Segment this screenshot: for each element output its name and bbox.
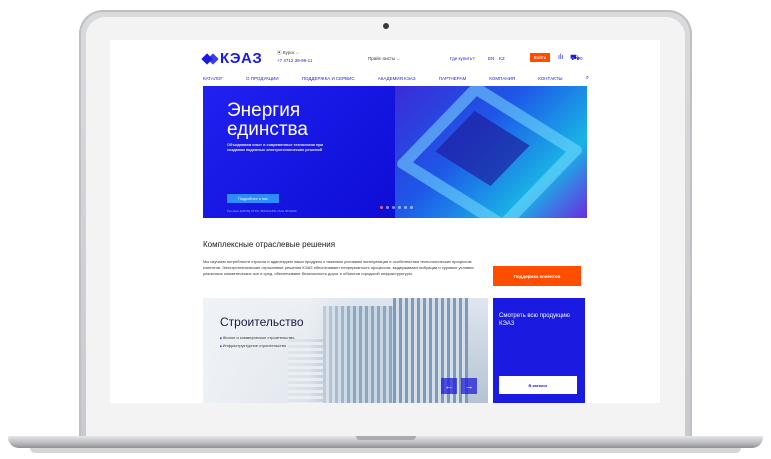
camera-icon (383, 23, 389, 29)
slider-dot[interactable] (410, 206, 413, 209)
section-title: Комплексные отраслевые решения (203, 240, 336, 249)
nav-item-products[interactable]: О ПРОДУКЦИИ (246, 76, 279, 81)
slider-dot[interactable] (386, 206, 389, 209)
cart-count: 0 (580, 56, 583, 61)
city-selector[interactable]: ⦿ Курск ⌵ (277, 50, 299, 56)
arrow-left-icon[interactable]: ← (441, 378, 457, 394)
logo-mark-icon (203, 54, 217, 64)
lang-en-link[interactable]: EN (488, 56, 494, 61)
compare-icon[interactable]: ılı (558, 54, 563, 61)
nav-item-contacts[interactable]: КОНТАКТЫ (538, 76, 562, 81)
where-to-buy-link[interactable]: Где купить? (450, 56, 475, 61)
hero-left-panel: Энергия единства Объединяем опыт и совре… (203, 86, 395, 218)
phone-link[interactable]: +7 4712 39-99-11 (277, 58, 312, 63)
nav-item-partners[interactable]: ПАРТНЕРАМ (439, 76, 467, 81)
website-screen: КЭАЗ ⦿ Курск ⌵ +7 4712 39-99-11 Прайс-ли… (110, 40, 660, 403)
laptop-shadow (30, 448, 741, 453)
promo-title: Смотреть всю продукцию КЭАЗ (499, 313, 570, 327)
slider-dot[interactable] (392, 206, 395, 209)
hero-subtitle: Объединяем опыт и современные технологии… (227, 143, 324, 152)
lang-kz-link[interactable]: KZ (499, 56, 505, 61)
nav-item-support[interactable]: ПОДДЕРЖКА И СЕРВИС (302, 76, 355, 81)
price-lists-dropdown[interactable]: Прайс-листы ⌵ (368, 56, 400, 61)
laptop-notch (356, 436, 416, 440)
search-icon[interactable]: ⌕ (586, 75, 589, 82)
nav-item-academy[interactable]: АКАДЕМИЯ КЭАЗ (378, 76, 416, 81)
industry-card[interactable]: Строительство Жилое и коммерческое строи… (203, 298, 488, 403)
cart-icon[interactable]: ⛟ (570, 53, 580, 63)
catalog-button[interactable]: В каталог (499, 376, 577, 394)
support-button[interactable]: Поддержка клиентов (493, 266, 581, 286)
hero-title-line2: единства (227, 119, 308, 140)
nav-item-catalog[interactable]: КАТАЛОГ (203, 76, 223, 81)
hero-image (394, 86, 587, 218)
section-text: Мы изучаем потребности отрасли и адаптир… (203, 259, 474, 276)
logo-text: КЭАЗ (220, 50, 263, 67)
hero-title-line1: Энергия (227, 100, 301, 121)
nav-item-company[interactable]: КОМПАНИЯ (489, 76, 515, 81)
login-button[interactable]: Войти (530, 53, 550, 62)
industry-title: Строительство (220, 315, 304, 329)
hero-legal-text: Реклама ЕЭРИД ОГРН 4600101891 ИНН 463220… (227, 209, 297, 213)
hero-title: Энергия единства (227, 101, 308, 139)
site-header: КЭАЗ ⦿ Курск ⌵ +7 4712 39-99-11 Прайс-ли… (110, 40, 660, 72)
hero-more-button[interactable]: Подробнее о нас (227, 194, 279, 203)
list-item[interactable]: Инфраструктурное строительство (220, 342, 294, 350)
arrow-right-icon[interactable]: → (461, 378, 477, 394)
slider-dot[interactable] (380, 206, 383, 209)
slider-dot[interactable] (404, 206, 407, 209)
slider-dot[interactable] (398, 206, 401, 209)
catalog-promo: Смотреть всю продукцию КЭАЗ В каталог (493, 298, 585, 403)
list-item[interactable]: Жилое и коммерческое строительство (220, 334, 295, 342)
industry-list: Жилое и коммерческое строительство Инфра… (220, 334, 295, 350)
logo[interactable]: КЭАЗ (203, 50, 262, 67)
slider-dots (380, 206, 413, 209)
card-overlay (203, 298, 353, 403)
hero-banner[interactable]: Энергия единства Объединяем опыт и совре… (203, 86, 587, 218)
main-nav: КАТАЛОГ О ПРОДУКЦИИ ПОДДЕРЖКА И СЕРВИС А… (203, 73, 589, 83)
